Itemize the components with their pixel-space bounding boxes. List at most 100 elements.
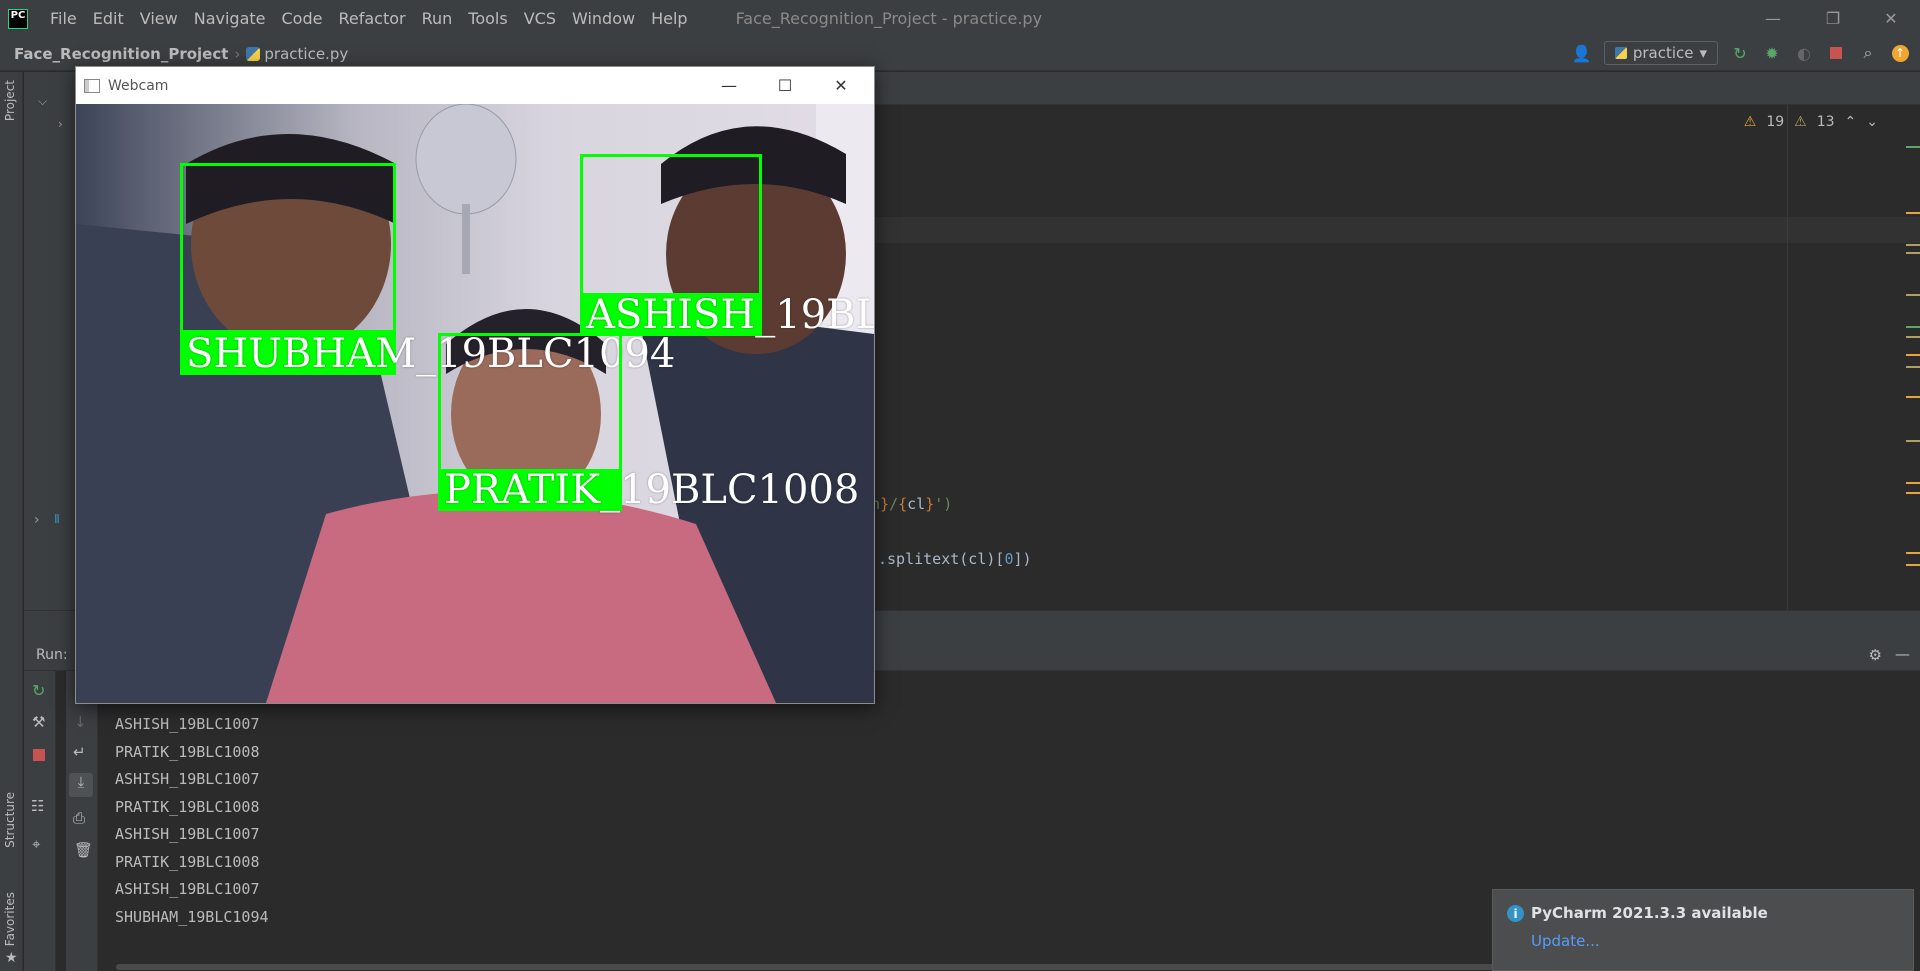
menu-file[interactable]: File	[42, 9, 85, 28]
scroll-to-end-icon[interactable]: ⤓	[69, 773, 93, 797]
face-name: ASHISH_19BLC1007	[586, 292, 874, 338]
python-file-icon	[246, 47, 261, 61]
console-line: ASHISH_19BLC1007	[115, 825, 260, 843]
run-toolbar: ↻ ⚒ ☷ ⌖	[24, 671, 56, 971]
maximize-icon[interactable]: ☐	[762, 67, 808, 104]
menu-view[interactable]: View	[132, 9, 186, 28]
warning-count: 19	[1766, 114, 1785, 130]
minimize-icon[interactable]: —	[706, 67, 752, 104]
pin-icon[interactable]: ⌖	[32, 835, 40, 853]
stop-icon[interactable]	[33, 749, 45, 761]
code-line: th}/{cl}')	[862, 495, 952, 513]
title-bar: PC File Edit View Navigate Code Refactor…	[0, 0, 1920, 37]
menu-run[interactable]: Run	[414, 9, 461, 28]
stripe-mark[interactable]	[1906, 326, 1920, 328]
stripe-mark[interactable]	[1906, 552, 1920, 554]
close-icon[interactable]: ✕	[818, 67, 864, 104]
error-stripe[interactable]	[1906, 140, 1920, 580]
python-config-icon	[1614, 47, 1627, 59]
console-output: ASHISH_19BLC1007 PRATIK_19BLC1008 ASHISH…	[115, 711, 269, 931]
stop-icon[interactable]	[1826, 43, 1846, 63]
stripe-mark[interactable]	[1906, 212, 1920, 214]
console-line: PRATIK_19BLC1008	[115, 797, 260, 816]
chevron-down-icon[interactable]: ⌄	[1866, 114, 1878, 130]
window-title: Face_Recognition_Project - practice.py	[735, 9, 1043, 28]
webcam-window[interactable]: Webcam — ☐ ✕ SHUBHAM_19BLC1094 ASHISH_19…	[75, 66, 875, 704]
warning-icon: ⚠	[1743, 114, 1757, 130]
code-token: cl	[907, 495, 926, 513]
restore-icon[interactable]: ❐	[1810, 0, 1856, 37]
run-config-dropdown[interactable]: practice ▾	[1603, 41, 1718, 65]
face-label: ASHISH_19BLC1007	[580, 294, 874, 336]
webcam-title-bar[interactable]: Webcam — ☐ ✕	[76, 67, 874, 104]
face-label: SHUBHAM_19BLC1094	[180, 333, 675, 375]
print-icon[interactable]: ⎙	[73, 809, 85, 827]
stripe-mark[interactable]	[1906, 482, 1920, 484]
console-line: PRATIK_19BLC1008	[115, 852, 260, 871]
stripe-mark[interactable]	[1906, 244, 1920, 246]
star-icon[interactable]: ★	[5, 950, 18, 966]
stripe-mark[interactable]	[1906, 366, 1920, 368]
user-icon[interactable]: 👤	[1572, 43, 1592, 63]
chevron-right-icon[interactable]: ›	[34, 512, 40, 528]
gear-icon[interactable]: ⚙	[1869, 646, 1882, 664]
console-toolbar: ↓ ↵ ⤓ ⎙ 🗑	[66, 671, 98, 971]
chevron-right-icon[interactable]: ›	[58, 117, 63, 131]
update-icon[interactable]: ↑	[1890, 43, 1910, 63]
console-line: ASHISH_19BLC1007	[115, 715, 260, 733]
stripe-mark[interactable]	[1906, 354, 1920, 356]
navbar-toolbar: 👤 practice ▾ ↻ ✹ ◐ ⌕ ↑	[1572, 41, 1910, 65]
pycharm-logo-icon: PC	[8, 8, 28, 29]
webcam-title: Webcam	[108, 77, 169, 94]
menu-help[interactable]: Help	[643, 9, 695, 28]
project-tool-tab[interactable]: Project	[3, 80, 17, 121]
stripe-mark[interactable]	[1906, 440, 1920, 442]
menu-vcs[interactable]: VCS	[516, 9, 564, 28]
stripe-mark[interactable]	[1906, 146, 1920, 148]
stripe-mark[interactable]	[1906, 252, 1920, 254]
arrow-down-icon[interactable]: ↓	[74, 713, 87, 731]
menu-code[interactable]: Code	[274, 9, 331, 28]
rerun-icon[interactable]: ↻	[1730, 43, 1750, 63]
face-name: PRATIK_19BLC1008	[444, 467, 860, 513]
chevron-down-icon[interactable]: ⌵	[38, 94, 47, 109]
menu-window[interactable]: Window	[564, 9, 643, 28]
code-token: ])	[1013, 550, 1032, 568]
stripe-mark[interactable]	[1906, 294, 1920, 296]
chevron-up-icon[interactable]: ⌃	[1845, 114, 1857, 130]
menu-edit[interactable]: Edit	[85, 9, 132, 28]
code-token: }	[925, 495, 935, 513]
soft-wrap-icon[interactable]: ↵	[73, 743, 86, 761]
close-icon[interactable]: ✕	[1868, 0, 1914, 37]
debug-icon[interactable]: ✹	[1762, 43, 1782, 63]
chevron-down-icon: ▾	[1699, 44, 1707, 62]
console-line: ASHISH_19BLC1007	[115, 770, 260, 788]
weak-warning-count: 13	[1816, 114, 1835, 130]
trash-icon[interactable]: 🗑	[74, 841, 93, 859]
rerun-icon[interactable]: ↻	[32, 681, 45, 700]
code-token: {	[898, 495, 908, 513]
info-icon: i	[1507, 905, 1524, 922]
menu-navigate[interactable]: Navigate	[186, 9, 274, 28]
hide-icon[interactable]: —	[1895, 645, 1910, 663]
inspection-widget[interactable]: ⚠ 19 ⚠ 13 ⌃ ⌄	[1744, 114, 1878, 130]
stripe-mark[interactable]	[1906, 396, 1920, 398]
face-box	[438, 333, 622, 473]
search-icon[interactable]: ⌕	[1858, 43, 1878, 63]
menu-refactor[interactable]: Refactor	[330, 9, 413, 28]
menu-tools[interactable]: Tools	[460, 9, 515, 28]
favorites-tool-tab[interactable]: Favorites	[3, 892, 17, 946]
layout-icon[interactable]: ☷	[31, 797, 44, 815]
stripe-mark[interactable]	[1906, 492, 1920, 494]
update-link[interactable]: Update...	[1531, 932, 1600, 950]
coverage-icon[interactable]: ◐	[1794, 43, 1814, 63]
stripe-mark[interactable]	[1906, 564, 1920, 566]
stripe-mark[interactable]	[1906, 336, 1920, 338]
minimize-icon[interactable]: —	[1750, 0, 1796, 37]
wrench-icon[interactable]: ⚒	[32, 713, 45, 731]
code-line: .splitext(cl)[0])	[878, 550, 1032, 568]
weak-warning-icon: ⚠	[1794, 114, 1807, 130]
breadcrumb-project[interactable]: Face_Recognition_Project	[14, 45, 228, 63]
structure-tool-tab[interactable]: Structure	[3, 792, 17, 848]
breadcrumb-file[interactable]: practice.py	[264, 45, 348, 63]
